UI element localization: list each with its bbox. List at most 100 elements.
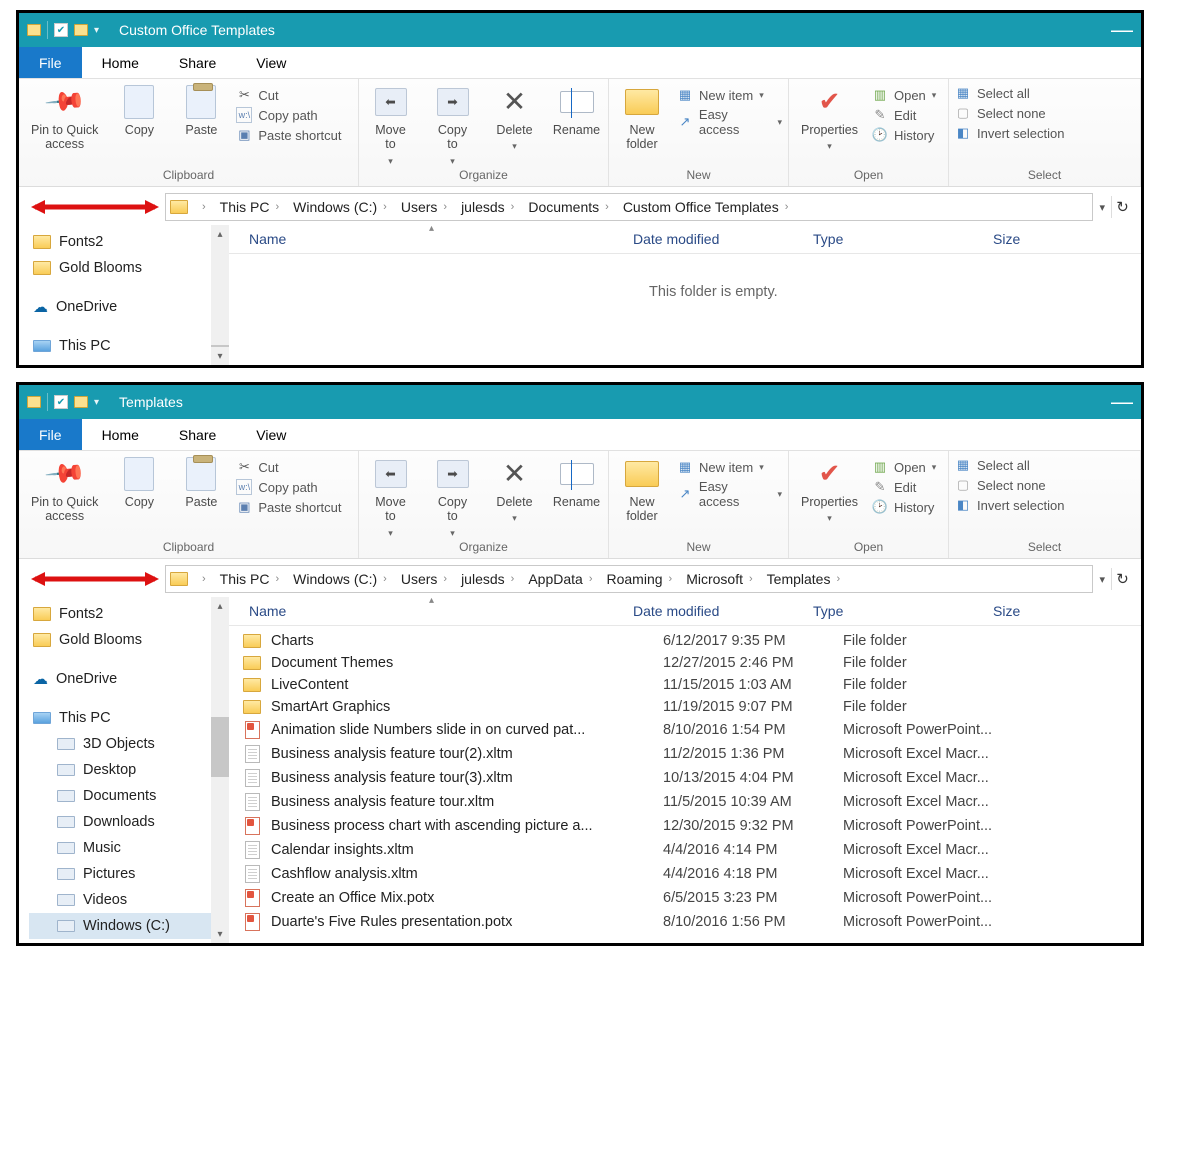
nav-item[interactable]: Desktop [29, 757, 229, 783]
scroll-down-icon[interactable]: ▾ [211, 925, 229, 943]
edit-button[interactable]: ✎Edit [872, 107, 936, 123]
select-none-button[interactable]: ▢Select none [955, 477, 1064, 493]
file-row[interactable]: LiveContent 11/15/2015 1:03 AM File fold… [229, 674, 1141, 696]
delete-button[interactable]: ✕Delete [488, 455, 542, 524]
breadcrumb-item[interactable]: This PC› [216, 571, 289, 587]
nav-item[interactable]: ☁OneDrive [29, 665, 229, 693]
paste-shortcut-button[interactable]: ▣Paste shortcut [236, 499, 341, 515]
history-button[interactable]: 🕑History [872, 127, 936, 143]
tab-home[interactable]: Home [82, 47, 159, 78]
easy-access-button[interactable]: ↗Easy access [677, 479, 782, 509]
file-row[interactable]: Create an Office Mix.potx 6/5/2015 3:23 … [229, 886, 1141, 910]
properties-qat-icon[interactable]: ✔ [54, 23, 68, 37]
refresh-button[interactable]: ↻ [1111, 568, 1133, 590]
properties-button[interactable]: ✔Properties [795, 455, 864, 524]
tab-view[interactable]: View [236, 419, 306, 450]
scroll-down-icon[interactable]: ▾ [211, 347, 229, 365]
file-row[interactable]: Business analysis feature tour(3).xltm 1… [229, 766, 1141, 790]
cut-button[interactable]: ✂Cut [236, 87, 341, 103]
breadcrumb-item[interactable]: Roaming› [602, 571, 682, 587]
paste-button[interactable]: Paste [174, 455, 228, 509]
copy-path-button[interactable]: w:\Copy path [236, 107, 341, 123]
breadcrumb[interactable]: › This PC›Windows (C:)›Users›julesds›Doc… [165, 193, 1093, 221]
address-dropdown[interactable]: ▾ [1099, 573, 1105, 586]
column-size[interactable]: Size [993, 231, 1053, 247]
file-row[interactable]: Business analysis feature tour(2).xltm 1… [229, 742, 1141, 766]
column-date[interactable]: Date modified [633, 231, 813, 247]
column-date[interactable]: Date modified [633, 603, 813, 619]
move-to-button[interactable]: ⬅Moveto [364, 83, 418, 166]
paste-shortcut-button[interactable]: ▣Paste shortcut [236, 127, 341, 143]
titlebar[interactable]: ✔ ▾ Templates — [19, 385, 1141, 419]
edit-button[interactable]: ✎Edit [872, 479, 936, 495]
nav-item[interactable]: Fonts2 [29, 601, 229, 627]
select-all-button[interactable]: ▦Select all [955, 85, 1064, 101]
nav-item[interactable]: Documents [29, 783, 229, 809]
tab-share[interactable]: Share [159, 47, 236, 78]
breadcrumb-item[interactable]: Templates› [763, 571, 850, 587]
open-button[interactable]: ▥Open [872, 87, 936, 103]
refresh-button[interactable]: ↻ [1111, 196, 1133, 218]
nav-item[interactable]: This PC [29, 705, 229, 731]
open-button[interactable]: ▥Open [872, 459, 936, 475]
nav-item[interactable]: Gold Blooms [29, 627, 229, 653]
select-all-button[interactable]: ▦Select all [955, 457, 1064, 473]
nav-item[interactable]: This PC [29, 333, 229, 359]
column-type[interactable]: Type [813, 231, 993, 247]
file-row[interactable]: Calendar insights.xltm 4/4/2016 4:14 PM … [229, 838, 1141, 862]
scroll-up-icon[interactable]: ▴ [211, 597, 229, 615]
nav-item[interactable]: Gold Blooms [29, 255, 229, 281]
nav-item[interactable]: Downloads [29, 809, 229, 835]
rename-button[interactable]: Rename [550, 455, 604, 509]
breadcrumb-item[interactable]: Users› [397, 199, 457, 215]
tab-view[interactable]: View [236, 47, 306, 78]
breadcrumb-item[interactable]: Users› [397, 571, 457, 587]
history-button[interactable]: 🕑History [872, 499, 936, 515]
breadcrumb-item[interactable]: This PC› [216, 199, 289, 215]
new-item-button[interactable]: ▦New item [677, 87, 782, 103]
nav-item[interactable]: Fonts2 [29, 229, 229, 255]
tab-home[interactable]: Home [82, 419, 159, 450]
tab-file[interactable]: File [19, 47, 82, 78]
paste-button[interactable]: Paste [174, 83, 228, 137]
new-item-button[interactable]: ▦New item [677, 459, 782, 475]
new-folder-button[interactable]: Newfolder [615, 83, 669, 152]
file-row[interactable]: Cashflow analysis.xltm 4/4/2016 4:18 PM … [229, 862, 1141, 886]
select-none-button[interactable]: ▢Select none [955, 105, 1064, 121]
delete-button[interactable]: ✕Delete [488, 83, 542, 152]
qat-dropdown[interactable]: ▾ [94, 397, 99, 408]
scrollbar[interactable]: ▴ ▾ [211, 225, 229, 365]
file-row[interactable]: Animation slide Numbers slide in on curv… [229, 718, 1141, 742]
minimize-button[interactable]: — [1093, 395, 1133, 409]
pin-to-quick-access-button[interactable]: 📌 Pin to Quickaccess [25, 83, 104, 152]
new-folder-button[interactable]: Newfolder [615, 455, 669, 524]
properties-qat-icon[interactable]: ✔ [54, 395, 68, 409]
breadcrumb-item[interactable]: Custom Office Templates› [619, 199, 799, 215]
move-to-button[interactable]: ⬅Moveto [364, 455, 418, 538]
nav-item[interactable]: Videos [29, 887, 229, 913]
file-row[interactable]: Document Themes 12/27/2015 2:46 PM File … [229, 652, 1141, 674]
breadcrumb-item[interactable]: julesds› [457, 199, 524, 215]
copy-to-button[interactable]: ➡Copyto [426, 83, 480, 166]
file-row[interactable]: Duarte's Five Rules presentation.potx 8/… [229, 910, 1141, 934]
nav-item[interactable]: Windows (C:) [29, 913, 229, 939]
easy-access-button[interactable]: ↗Easy access [677, 107, 782, 137]
invert-selection-button[interactable]: ◧Invert selection [955, 125, 1064, 141]
file-row[interactable]: Charts 6/12/2017 9:35 PM File folder [229, 630, 1141, 652]
breadcrumb-item[interactable]: julesds› [457, 571, 524, 587]
nav-item[interactable]: ☁OneDrive [29, 293, 229, 321]
file-row[interactable]: SmartArt Graphics 11/19/2015 9:07 PM Fil… [229, 696, 1141, 718]
address-dropdown[interactable]: ▾ [1099, 201, 1105, 214]
breadcrumb-item[interactable]: Windows (C:)› [289, 199, 397, 215]
breadcrumb[interactable]: › This PC›Windows (C:)›Users›julesds›App… [165, 565, 1093, 593]
invert-selection-button[interactable]: ◧Invert selection [955, 497, 1064, 513]
column-type[interactable]: Type [813, 603, 993, 619]
nav-item[interactable]: Music [29, 835, 229, 861]
file-row[interactable]: Business analysis feature tour.xltm 11/5… [229, 790, 1141, 814]
column-size[interactable]: Size [993, 603, 1053, 619]
breadcrumb-item[interactable]: Windows (C:)› [289, 571, 397, 587]
properties-button[interactable]: ✔Properties [795, 83, 864, 152]
copy-path-button[interactable]: w:\Copy path [236, 479, 341, 495]
scrollbar[interactable]: ▴ ▾ [211, 597, 229, 943]
pin-to-quick-access-button[interactable]: 📌 Pin to Quickaccess [25, 455, 104, 524]
